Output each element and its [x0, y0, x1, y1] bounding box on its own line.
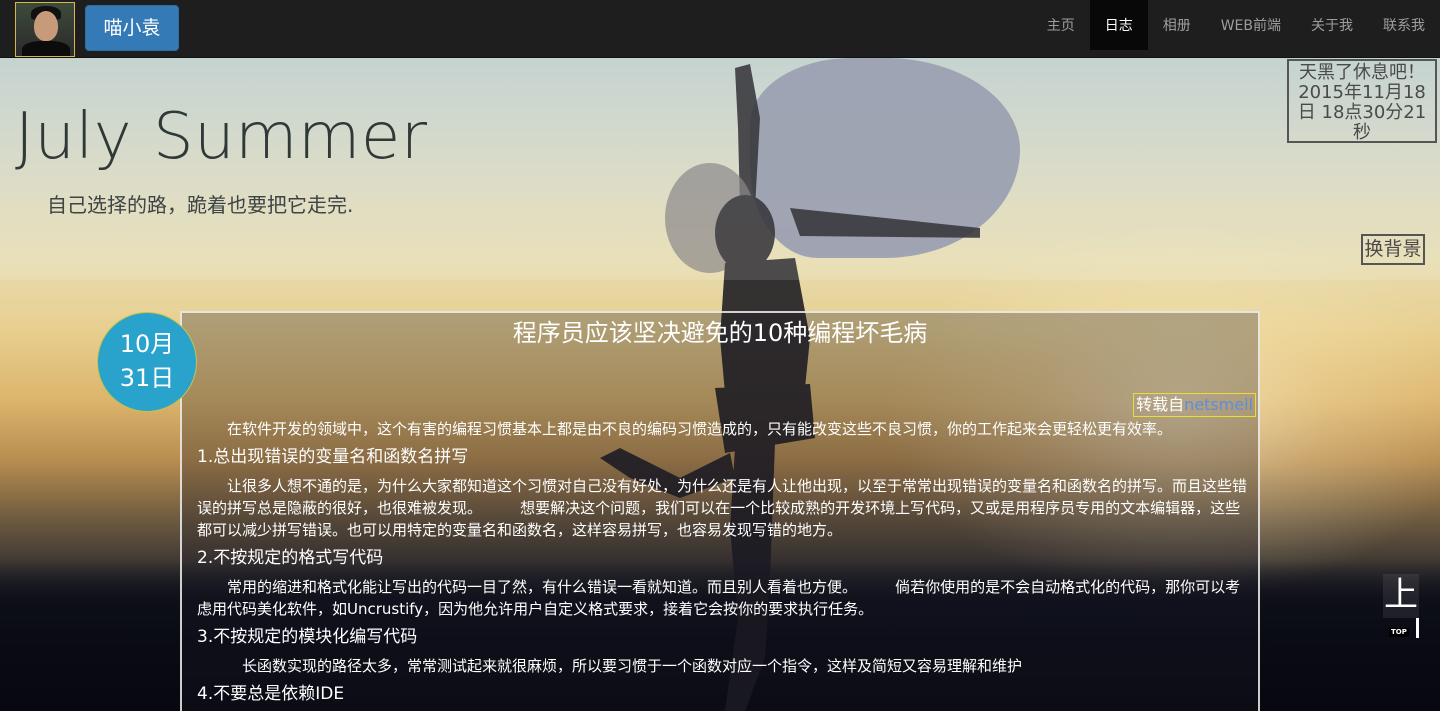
section-heading-1: 1.总出现错误的变量名和函数名拼写 — [197, 447, 469, 467]
nav-item-contact[interactable]: 联系我 — [1368, 0, 1440, 50]
clock-line-3: 日 18点30分21 — [1297, 102, 1427, 123]
nav-menu: 主页 日志 相册 WEB前端 关于我 联系我 — [1032, 0, 1440, 50]
source-link[interactable]: netsmell — [1184, 395, 1253, 414]
clock-line-4: 秒 — [1353, 122, 1371, 143]
avatar[interactable] — [15, 2, 75, 57]
section-body-1: 让很多人想不通的是，为什么大家都知道这个习惯对自己没有好处，为什么还是有人让他出… — [197, 477, 1248, 539]
source-credit: 转载自netsmell — [1133, 393, 1256, 417]
article-title: 程序员应该坚决避免的10种编程坏毛病 — [512, 319, 928, 347]
top-navbar: 喵小袁 主页 日志 相册 WEB前端 关于我 联系我 — [0, 0, 1440, 58]
date-badge: 10月 31日 — [97, 312, 197, 412]
clock-line-2: 2015年11月18 — [1298, 82, 1426, 103]
nav-item-about[interactable]: 关于我 — [1296, 0, 1368, 50]
change-background-button[interactable]: 换背景 — [1361, 234, 1425, 265]
section-heading-2: 2.不按规定的格式写代码 — [197, 548, 384, 568]
nav-item-album[interactable]: 相册 — [1148, 0, 1206, 50]
date-day: 31日 — [119, 364, 175, 392]
clock-widget: 天黑了休息吧！ 2015年11月18 日 18点30分21 秒 — [1287, 59, 1437, 143]
site-title: July Summer — [15, 100, 428, 174]
clock-line-1: 天黑了休息吧！ — [1299, 62, 1425, 83]
article-intro: 在软件开发的领域中，这个有害的编程习惯基本上都是由不良的编码习惯造成的，只有能改… — [227, 420, 1173, 438]
section-body-3: 长函数实现的路径太多，常常测试起来就很麻烦，所以要习惯于一个函数对应一个指令，这… — [242, 657, 1023, 675]
article-content: 在软件开发的领域中，这个有害的编程习惯基本上都是由不良的编码习惯造成的，只有能改… — [197, 418, 1247, 711]
nav-item-blog[interactable]: 日志 — [1089, 0, 1148, 50]
nav-item-web-frontend[interactable]: WEB前端 — [1206, 0, 1296, 50]
back-to-top-glyph: 上 — [1383, 574, 1419, 618]
brand-button[interactable]: 喵小袁 — [85, 5, 179, 51]
back-to-top-button[interactable]: 上 TOP — [1383, 574, 1419, 638]
back-to-top-label: TOP — [1389, 628, 1409, 637]
nav-item-home[interactable]: 主页 — [1032, 0, 1090, 50]
section-heading-4: 4.不要总是依赖IDE — [197, 684, 345, 704]
section-body-2: 常用的缩进和格式化能让写出的代码一目了然，有什么错误一看就知道。而且别人看着也方… — [197, 578, 1241, 618]
site-motto: 自己选择的路，跪着也要把它走完. — [47, 193, 354, 217]
back-to-top-bar — [1416, 618, 1419, 638]
date-month: 10月 — [119, 330, 175, 358]
source-prefix: 转载自 — [1136, 395, 1185, 414]
article-card: 程序员应该坚决避免的10种编程坏毛病 转载自netsmell 在软件开发的领域中… — [180, 311, 1260, 711]
avatar-face — [34, 11, 58, 41]
avatar-body — [22, 41, 70, 56]
section-heading-3: 3.不按规定的模块化编写代码 — [197, 627, 418, 647]
